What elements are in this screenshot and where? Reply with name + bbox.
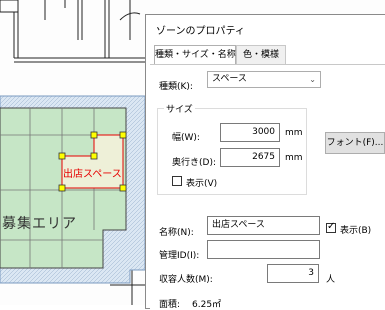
type-select-value: スペース — [212, 74, 247, 84]
size-group-title: サイズ — [164, 102, 195, 115]
width-unit: mm — [285, 128, 303, 138]
name-show-checkbox[interactable]: ✓ — [326, 221, 336, 233]
zone-properties-dialog: ゾーンのプロパティ 種類・サイズ・名称 色・模様 種類(K): スペース ⌄ サ… — [145, 14, 385, 310]
font-button[interactable]: フォント(F)... — [325, 132, 385, 154]
manage-id-label: 管理ID(I): — [159, 251, 200, 261]
size-group: サイズ 幅(W): 3000 mm 奥行き(D): 2675 mm 表示(V) — [157, 102, 307, 195]
capacity-unit: 人 — [326, 275, 336, 285]
shop-space-label: 出店スペース — [63, 169, 122, 180]
name-input[interactable]: 出店スペース — [207, 216, 320, 235]
checkmark-icon: ✓ — [327, 221, 336, 232]
dialog-titlebar[interactable]: ゾーンのプロパティ — [146, 15, 385, 41]
area-value: 6.25㎡ — [192, 300, 222, 310]
depth-label: 奥行き(D): — [172, 158, 216, 168]
width-input[interactable]: 3000 — [220, 123, 280, 142]
size-show-label: 表示(V) — [186, 179, 218, 189]
tab-panel: 種類(K): スペース ⌄ サイズ 幅(W): 3000 mm 奥行き(D): … — [150, 64, 385, 310]
capacity-input[interactable]: 3 — [267, 264, 319, 283]
name-show-label: 表示(B) — [340, 226, 372, 236]
width-label: 幅(W): — [172, 133, 200, 143]
dialog-title: ゾーンのプロパティ — [156, 26, 245, 37]
type-label: 種類(K): — [159, 82, 193, 92]
chevron-down-icon: ⌄ — [309, 75, 316, 84]
capacity-label: 収容人数(M): — [159, 275, 213, 285]
depth-unit: mm — [285, 153, 303, 163]
name-label: 名称(N): — [159, 228, 194, 238]
tab-color-pattern[interactable]: 色・模様 — [236, 45, 286, 64]
size-show-checkbox[interactable] — [172, 176, 182, 186]
depth-input[interactable]: 2675 — [220, 148, 280, 167]
tab-type-size-name[interactable]: 種類・サイズ・名称 — [154, 45, 236, 65]
manage-id-input[interactable] — [207, 240, 320, 259]
recruit-area-label: 募集エリア — [2, 216, 77, 232]
area-label: 面積: — [159, 300, 181, 310]
type-select[interactable]: スペース ⌄ — [207, 71, 321, 88]
